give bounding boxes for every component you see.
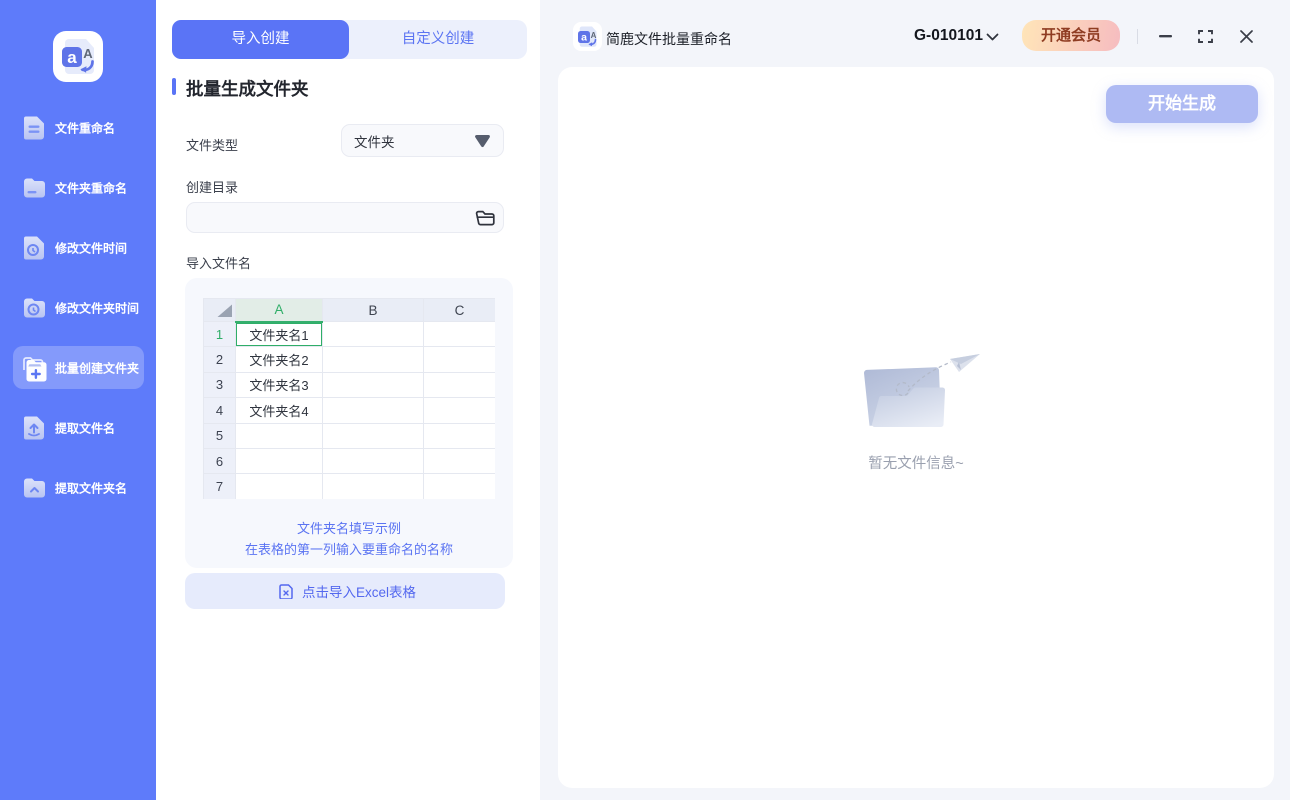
svg-text:a: a: [67, 48, 77, 67]
svg-text:a: a: [581, 32, 587, 44]
svg-text:A: A: [83, 46, 93, 61]
svg-text:A: A: [591, 31, 597, 40]
